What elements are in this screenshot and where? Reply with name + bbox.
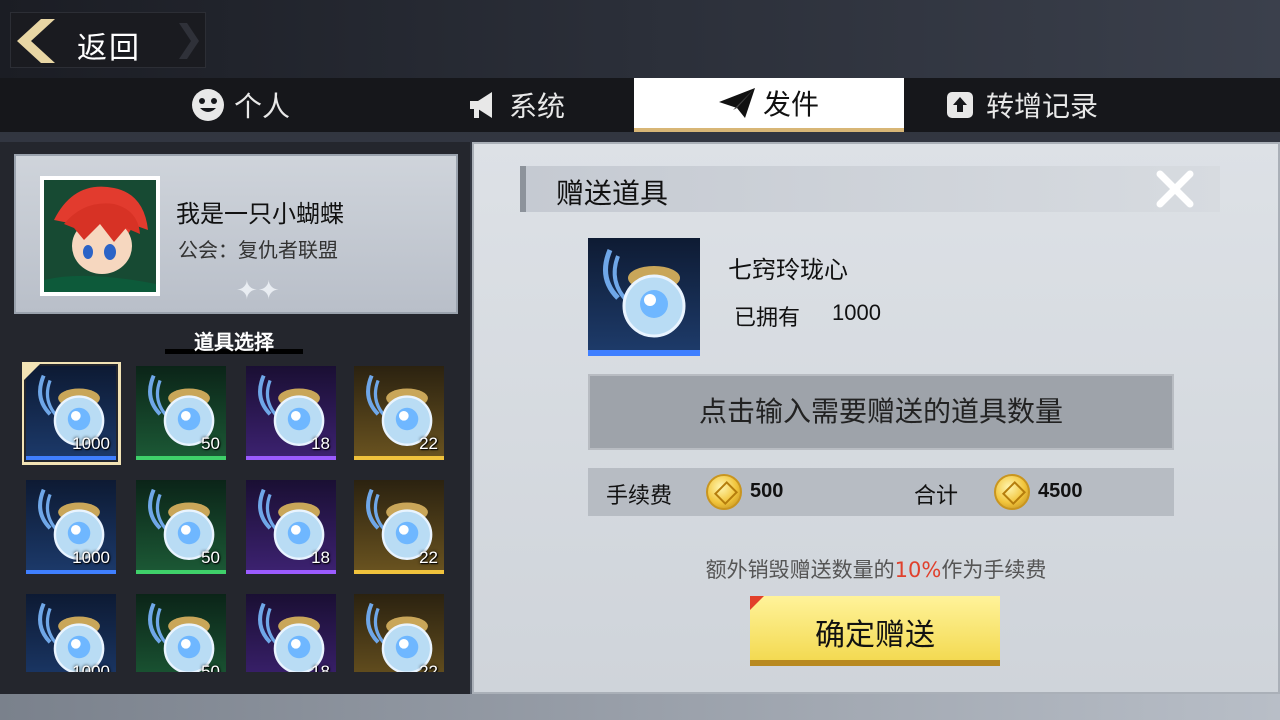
left-panel: 我是一只小蝴蝶 公会：复仇者联盟 ✦✦ 道具选择 1000 50 18 22 1000 5…	[0, 142, 470, 694]
total-value: 4500	[1038, 480, 1083, 502]
tab-gift-record[interactable]: 转增记录	[930, 78, 1110, 132]
chevron-left-icon	[17, 19, 55, 63]
fee-note-prefix: 额外销毁赠送数量的	[705, 558, 895, 582]
fee-note: 额外销毁赠送数量的10%作为手续费	[474, 554, 1278, 584]
item-quantity: 18	[311, 434, 330, 453]
tab-gift-record-label: 转增记录	[985, 90, 1098, 123]
item-quantity: 18	[311, 662, 330, 672]
tab-system-label: 系统	[508, 90, 565, 123]
item-quantity: 22	[419, 548, 438, 567]
gift-panel-title: 赠送道具	[556, 177, 669, 210]
gift-box-icon	[942, 87, 978, 123]
profile-card: 我是一只小蝴蝶 公会：复仇者联盟 ✦✦	[14, 154, 458, 314]
tab-send[interactable]: 发件	[634, 78, 904, 132]
owned-value: 1000	[832, 300, 881, 325]
item-slot[interactable]: 22	[354, 594, 444, 672]
item-quantity: 22	[419, 662, 438, 672]
gift-panel: 赠送道具 七窍玲珑心 已拥有 1000 点击输入需要赠送的道具数量 手续费 50…	[472, 142, 1280, 694]
jade-heart-orb-icon	[603, 249, 686, 338]
item-quantity: 50	[201, 548, 220, 567]
item-select-title: 道具选择	[165, 326, 303, 354]
selected-corner-marker	[23, 363, 41, 381]
gift-quantity-input[interactable]: 点击输入需要赠送的道具数量	[588, 374, 1174, 450]
smiley-icon	[190, 87, 226, 123]
tab-send-label: 发件	[762, 88, 819, 121]
megaphone-icon	[465, 87, 501, 123]
item-quantity: 1000	[72, 548, 110, 567]
player-name: 我是一只小蝴蝶	[176, 200, 344, 228]
character-portrait-icon	[44, 180, 156, 292]
item-quantity: 18	[311, 548, 330, 567]
back-label: 返回	[77, 31, 141, 66]
item-grid: 1000 50 18 22 1000 50 18 22 1000 50 18 22	[22, 362, 452, 672]
confirm-gift-label: 确定赠送	[815, 618, 935, 653]
guild-info: 公会：复仇者联盟	[178, 234, 338, 263]
tab-system[interactable]: 系统	[450, 78, 580, 132]
gift-panel-header: 赠送道具	[520, 166, 1220, 212]
owned-label: 已拥有	[734, 306, 801, 331]
tab-personal-label: 个人	[233, 90, 290, 123]
item-slot[interactable]: 50	[136, 480, 226, 574]
item-slot[interactable]: 1000	[26, 594, 116, 672]
fee-label: 手续费	[606, 484, 673, 509]
guild-label: 公会：	[178, 238, 238, 262]
item-slot[interactable]: 18	[246, 594, 336, 672]
top-bar: 返回	[0, 0, 1280, 78]
jade-heart-orb-icon	[258, 602, 325, 672]
tab-bar: 个人 系统 发件 转增记录	[0, 78, 1280, 132]
fee-note-suffix: 作为手续费	[941, 558, 1047, 582]
item-quantity: 50	[201, 662, 220, 672]
fee-value: 500	[750, 480, 784, 502]
item-slot[interactable]: 22	[354, 366, 444, 460]
jade-heart-orb-icon	[38, 602, 105, 672]
tab-personal[interactable]: 个人	[170, 78, 310, 132]
item-slot[interactable]: 50	[136, 366, 226, 460]
item-slot[interactable]: 18	[246, 480, 336, 574]
item-quantity: 1000	[72, 662, 110, 672]
jade-heart-orb-icon	[366, 602, 433, 672]
item-name: 七窍玲珑心	[728, 256, 848, 284]
back-button[interactable]: 返回	[10, 12, 206, 68]
jade-heart-orb-icon	[148, 602, 215, 672]
confirm-gift-button[interactable]: 确定赠送	[750, 596, 1000, 666]
bottom-strip	[0, 694, 1280, 720]
gold-coin-icon	[994, 474, 1030, 510]
avatar	[40, 176, 160, 296]
star-decoration: ✦✦	[236, 276, 280, 306]
gold-coin-icon	[706, 474, 742, 510]
guild-name: 复仇者联盟	[238, 238, 338, 262]
item-slot[interactable]: 18	[246, 366, 336, 460]
fee-note-percent: 10%	[894, 558, 942, 582]
close-icon[interactable]	[1150, 164, 1200, 214]
item-slot[interactable]: 1000	[22, 362, 121, 465]
item-slot[interactable]: 22	[354, 480, 444, 574]
total-label: 合计	[914, 484, 959, 509]
item-quantity: 50	[201, 434, 220, 453]
item-slot[interactable]: 1000	[26, 480, 116, 574]
paper-plane-icon	[718, 85, 755, 121]
corner-marker	[750, 596, 764, 610]
item-quantity: 1000	[72, 434, 110, 453]
chevron-right-decoration	[179, 23, 199, 59]
selected-item-icon	[588, 238, 700, 356]
item-quantity: 22	[419, 434, 438, 453]
item-slot[interactable]: 50	[136, 594, 226, 672]
fee-row: 手续费 500 合计 4500	[588, 468, 1174, 516]
